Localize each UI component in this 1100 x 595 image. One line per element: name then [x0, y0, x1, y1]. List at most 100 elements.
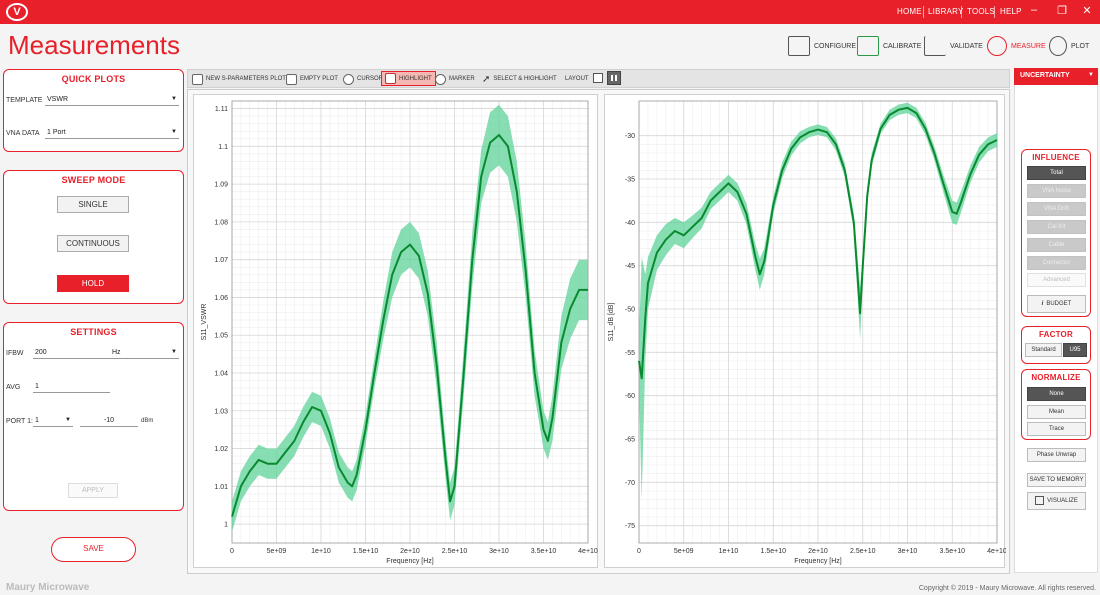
influence-vna-noise-button[interactable]: VNA Noise [1027, 184, 1086, 198]
hold-button[interactable]: HOLD [57, 275, 129, 292]
vswr-plot[interactable]: 0 5e+09 1e+10 1.5e+10 2e+10 2.5e+10 3e+10 3.5e+… [193, 94, 598, 568]
power-input[interactable]: -10 [80, 417, 138, 427]
influence-total-button[interactable]: Total [1027, 166, 1086, 180]
normalize-title: NORMALIZE [1031, 373, 1081, 382]
calibrate-icon [857, 36, 879, 56]
new-sparameters-plot-button[interactable]: NEW S-PARAMETERS PLOT [192, 73, 286, 85]
y-tick-label: -40 [625, 220, 635, 227]
brand-footer: Maury Microwave [6, 582, 90, 593]
normalize-trace-button[interactable]: Trace [1027, 422, 1086, 436]
s11-db-plot[interactable]: 0 5e+09 1e+10 1.5e+10 2e+10 2.5e+10 3e+10 3.5e+… [604, 94, 1007, 568]
x-tick-label: 2.5e+10 [442, 548, 468, 555]
layout-label: LAYOUT [565, 76, 589, 82]
y-tick-label: -60 [625, 393, 635, 400]
chevron-down-icon: ▼ [171, 349, 177, 355]
uncertainty-header[interactable]: UNCERTAINTY ▼ [1014, 68, 1098, 85]
nav-home[interactable]: HOME [897, 7, 922, 16]
s11-db-chart: 0 5e+09 1e+10 1.5e+10 2e+10 2.5e+10 3e+10 3.5e+… [608, 100, 1007, 565]
influence-connector-button[interactable]: Connector [1027, 256, 1086, 270]
plot-icon [1049, 36, 1067, 56]
save-button[interactable]: SAVE [51, 537, 136, 562]
ifbw-label: IFBW [6, 350, 24, 357]
vna-data-select[interactable]: 1 Port ▼ [45, 129, 179, 139]
port-select[interactable]: 1 ▼ [33, 417, 73, 427]
cursor-button[interactable]: CURSOR [343, 73, 383, 85]
maury-logo-icon: V [6, 3, 28, 21]
y-tick-label: 1.04 [214, 371, 228, 378]
validate-button[interactable]: VALIDATE [924, 34, 983, 58]
y-tick-label: 1.03 [214, 408, 228, 415]
validate-icon [924, 36, 946, 56]
ifbw-select[interactable]: 200 Hz ▼ [33, 349, 179, 359]
influence-advanced-button[interactable]: Advanced [1027, 273, 1086, 287]
save-to-memory-button[interactable]: SAVE TO MEMORY [1027, 473, 1086, 487]
influence-cable-button[interactable]: Cable [1027, 238, 1086, 252]
factor-standard-button[interactable]: Standard [1025, 343, 1062, 357]
factor-u95-button[interactable]: U95 [1063, 343, 1087, 357]
page-title: Measurements [8, 30, 180, 60]
ifbw-value: 200 [35, 349, 47, 356]
layout-single-icon[interactable] [593, 73, 603, 83]
highlight-button[interactable]: HIGHLIGHT [381, 71, 436, 86]
measure-icon [987, 36, 1007, 56]
x-tick-label: 1e+10 [719, 548, 739, 555]
x-axis-label: Frequency [Hz] [386, 558, 434, 565]
marker-button[interactable]: MARKER [435, 73, 475, 85]
avg-input[interactable]: 1 [33, 383, 110, 393]
measure-button[interactable]: MEASURE [987, 34, 1046, 58]
configure-icon [788, 36, 810, 56]
x-tick-label: 3e+10 [489, 548, 509, 555]
nav-library[interactable]: LIBRARY [928, 7, 964, 16]
apply-button[interactable]: APPLY [68, 483, 118, 498]
chevron-down-icon: ▼ [171, 96, 177, 102]
influence-title: INFLUENCE [1032, 153, 1080, 162]
ifbw-unit: Hz [112, 349, 121, 356]
y-tick-label: -65 [625, 437, 635, 444]
x-tick-label: 3.5e+10 [531, 548, 557, 555]
x-tick-label: 0 [230, 548, 234, 555]
close-icon[interactable]: ✕ [1078, 4, 1096, 17]
y-tick-label: -70 [625, 480, 635, 487]
budget-button[interactable]: i BUDGET [1027, 295, 1086, 313]
y-tick-label: 1.07 [214, 257, 228, 264]
configure-button[interactable]: CONFIGURE [788, 34, 856, 58]
nav-tools[interactable]: TOOLS [967, 7, 995, 16]
chevron-down-icon: ▼ [1088, 72, 1094, 78]
y-tick-label: -35 [625, 177, 635, 184]
x-tick-label: 4e+10 [987, 548, 1006, 555]
visualize-button[interactable]: VISUALIZE [1027, 492, 1086, 510]
y-tick-label: 1.08 [214, 219, 228, 226]
cursor-icon [343, 73, 354, 85]
nav-help[interactable]: HELP [1000, 7, 1022, 16]
empty-plot-button[interactable]: EMPTY PLOT [286, 73, 338, 85]
continuous-button[interactable]: CONTINUOUS [57, 235, 129, 252]
template-select[interactable]: VSWR ▼ [45, 96, 179, 106]
empty-plot-icon [286, 73, 297, 85]
y-tick-label: 1 [224, 522, 228, 529]
single-button[interactable]: SINGLE [57, 196, 129, 213]
avg-label: AVG [6, 384, 21, 391]
normalize-mean-button[interactable]: Mean [1027, 405, 1086, 419]
influence-cal-kit-button[interactable]: Cal Kit [1027, 220, 1086, 234]
x-tick-label: 5e+09 [674, 548, 694, 555]
nav-separator [961, 6, 962, 18]
x-axis-label: Frequency [Hz] [794, 558, 842, 565]
phase-unwrap-button[interactable]: Phase Unwrap [1027, 448, 1086, 462]
nav-separator [994, 6, 995, 18]
calibrate-button[interactable]: CALIBRATE [857, 34, 921, 58]
pointer-icon: ➚ [482, 73, 491, 85]
normalize-none-button[interactable]: None [1027, 387, 1086, 401]
restore-icon[interactable]: ❐ [1053, 4, 1071, 17]
x-tick-label: 0 [637, 548, 641, 555]
minimize-icon[interactable]: – [1025, 4, 1043, 16]
y-tick-label: -55 [625, 350, 635, 357]
y-tick-label: -50 [625, 307, 635, 314]
plot-button[interactable]: PLOT [1049, 34, 1089, 58]
influence-vna-drift-button[interactable]: VNA Drift [1027, 202, 1086, 216]
select-highlight-button[interactable]: ➚ SELECT & HIGHLIGHT [482, 73, 557, 85]
quick-plots-title: QUICK PLOTS [61, 74, 126, 84]
copyright: Copyright © 2019 - Maury Microwave. All … [918, 585, 1096, 592]
layout-split-icon[interactable] [607, 71, 621, 85]
quick-plots-panel: QUICK PLOTS [3, 69, 184, 152]
factor-title: FACTOR [1039, 330, 1073, 339]
